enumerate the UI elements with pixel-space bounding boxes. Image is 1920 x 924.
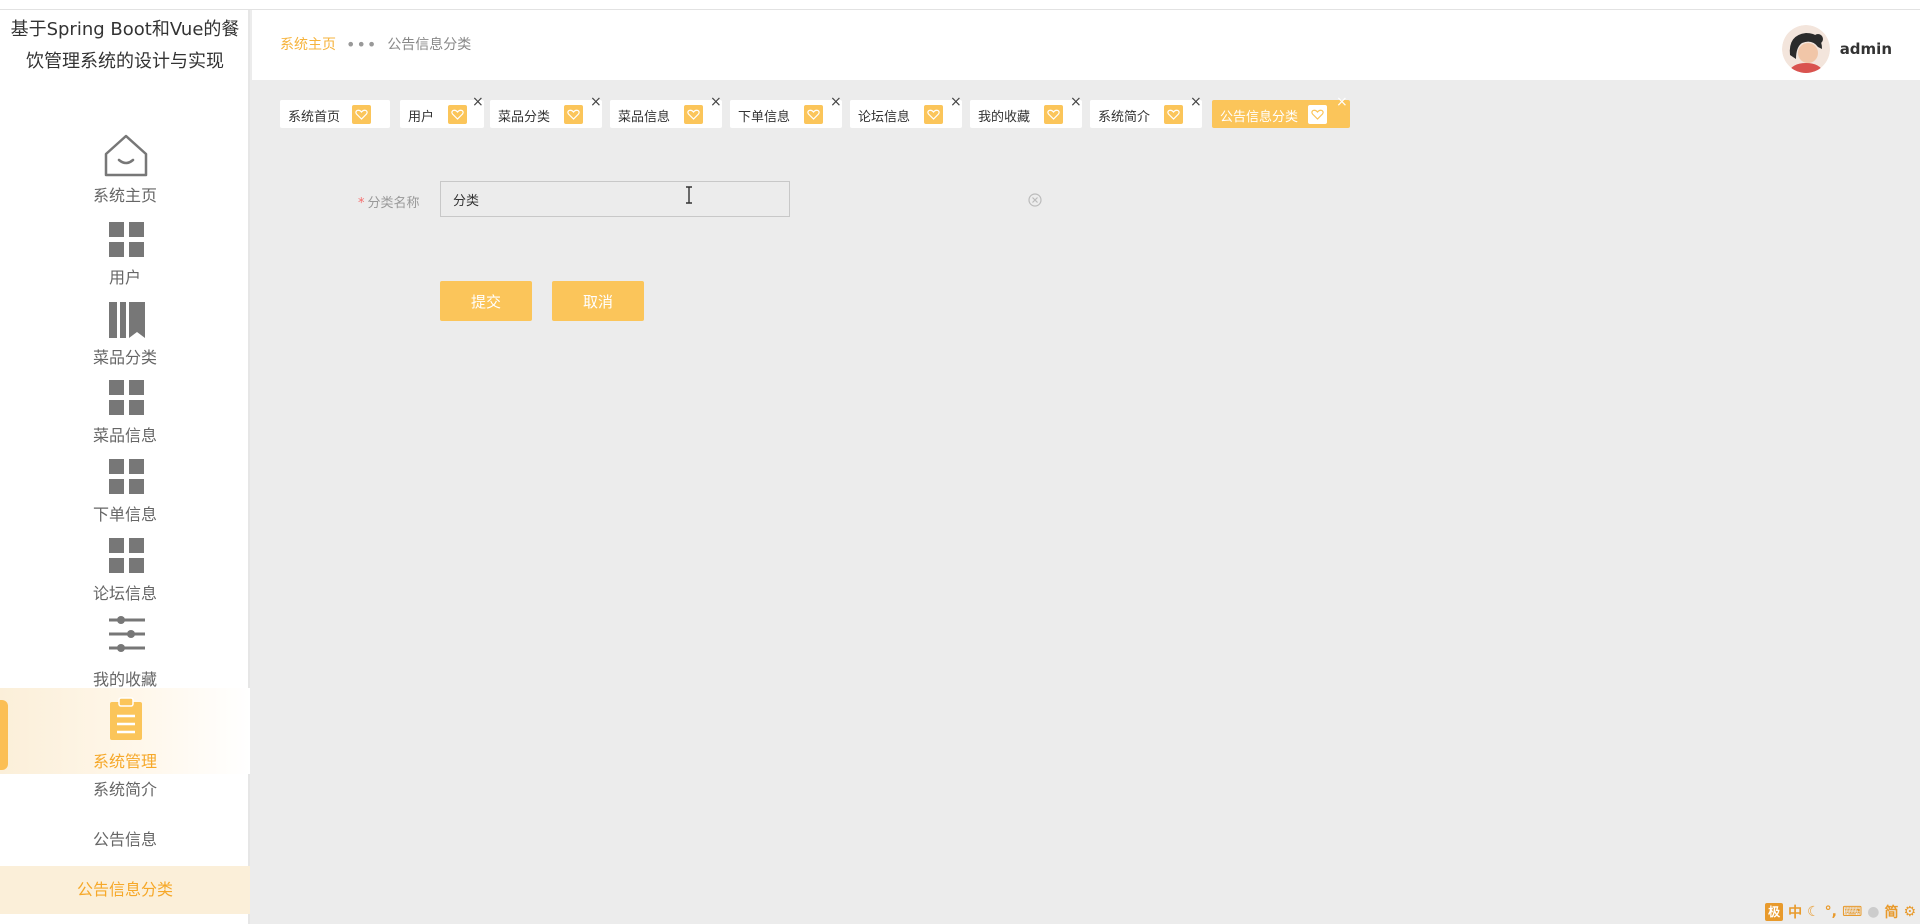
grid-icon xyxy=(103,220,149,266)
tab-label: 系统简介 xyxy=(1098,110,1151,125)
sliders-icon xyxy=(103,614,149,660)
home-icon xyxy=(103,132,149,178)
sidebar-item-users[interactable]: 用户 xyxy=(0,220,250,298)
sidebar-item-forum[interactable]: 论坛信息 xyxy=(0,536,250,614)
heart-icon xyxy=(448,105,467,124)
ime-mode[interactable]: 中 xyxy=(1788,902,1802,922)
tab-dish-category[interactable]: 菜品分类 × xyxy=(490,95,602,128)
sidebar-item-dish-info[interactable]: 菜品信息 xyxy=(0,378,250,456)
breadcrumb-current: 公告信息分类 xyxy=(387,37,472,53)
ime-logo[interactable]: 极 xyxy=(1765,903,1784,921)
heart-icon xyxy=(1044,105,1063,124)
sidebar: 基于Spring Boot和Vue的餐饮管理系统的设计与实现 系统主页 用户 菜… xyxy=(0,10,250,924)
tab-label: 公告信息分类 xyxy=(1220,110,1299,125)
tab-label: 论坛信息 xyxy=(858,110,911,125)
sidebar-item-favorites[interactable]: 我的收藏 xyxy=(0,614,250,692)
grid-icon xyxy=(103,536,149,582)
sidebar-item-dish-category[interactable]: 菜品分类 xyxy=(0,300,250,378)
grid-icon xyxy=(103,457,149,503)
category-name-label-text: 分类名称 xyxy=(367,196,420,211)
sidebar-item-label: 论坛信息 xyxy=(92,584,157,603)
close-icon[interactable]: × xyxy=(950,95,962,109)
category-name-label: * 分类名称 xyxy=(358,192,420,211)
clear-icon[interactable] xyxy=(1028,192,1042,207)
gear-icon[interactable]: ⚙ xyxy=(1903,904,1916,920)
close-icon[interactable]: × xyxy=(1336,95,1348,109)
sidebar-item-label: 系统主页 xyxy=(92,186,157,205)
site-title: 基于Spring Boot和Vue的餐饮管理系统的设计与实现 xyxy=(10,19,240,72)
close-icon[interactable]: × xyxy=(1070,95,1082,109)
sidebar-item-home[interactable]: 系统主页 xyxy=(0,132,250,210)
breadcrumb: 系统主页 ••• 公告信息分类 xyxy=(280,34,471,54)
tab-label: 菜品信息 xyxy=(618,110,671,125)
close-icon[interactable]: × xyxy=(710,95,722,109)
tab-system-intro[interactable]: 系统简介 × xyxy=(1090,95,1202,128)
ime-charset[interactable]: 简 xyxy=(1884,902,1898,922)
books-icon xyxy=(103,300,149,346)
window-top-border xyxy=(0,0,1920,10)
tab-forum[interactable]: 论坛信息 × xyxy=(850,95,962,128)
heart-icon xyxy=(804,105,823,124)
sidebar-item-system-management[interactable]: 系统管理 xyxy=(0,688,250,774)
required-mark: * xyxy=(358,196,365,211)
breadcrumb-separator-icon: ••• xyxy=(346,34,378,54)
tab-announcement-category[interactable]: 公告信息分类 × xyxy=(1212,95,1350,128)
grid-icon xyxy=(103,378,149,424)
close-icon[interactable]: × xyxy=(830,95,842,109)
heart-icon xyxy=(1308,105,1327,124)
text-cursor-icon xyxy=(684,186,694,208)
heart-icon xyxy=(684,105,703,124)
tab-users[interactable]: 用户 × xyxy=(400,95,484,128)
close-icon[interactable]: × xyxy=(590,95,602,109)
close-icon[interactable]: × xyxy=(472,95,484,109)
sidebar-item-label: 用户 xyxy=(108,268,141,287)
sidebar-item-orders[interactable]: 下单信息 xyxy=(0,457,250,535)
tab-label: 菜品分类 xyxy=(498,110,551,125)
sidebar-subitem-announcement-category[interactable]: 公告信息分类 xyxy=(0,866,250,914)
user-menu[interactable]: admin xyxy=(1781,25,1892,73)
sidebar-subitem-system-intro[interactable]: 系统简介 xyxy=(0,766,250,814)
cancel-button[interactable]: 取消 xyxy=(552,281,644,321)
avatar[interactable] xyxy=(1781,25,1830,73)
sidebar-subitem-announcements[interactable]: 公告信息 xyxy=(0,816,250,864)
heart-icon xyxy=(564,105,583,124)
sidebar-item-label: 我的收藏 xyxy=(92,670,157,689)
sidebar-item-label: 下单信息 xyxy=(92,505,157,524)
heart-icon xyxy=(352,105,371,124)
tab-label: 我的收藏 xyxy=(978,110,1031,125)
user-name[interactable]: admin xyxy=(1840,40,1892,58)
tab-dish-info[interactable]: 菜品信息 × xyxy=(610,95,722,128)
tab-home[interactable]: 系统首页 xyxy=(280,100,390,128)
tab-orders[interactable]: 下单信息 × xyxy=(730,95,842,128)
moon-icon[interactable]: ☾ xyxy=(1807,904,1820,920)
keyboard-icon[interactable]: ⌨ xyxy=(1842,904,1862,920)
sidebar-item-label: 菜品信息 xyxy=(92,426,157,445)
heart-icon xyxy=(1164,105,1183,124)
category-name-input[interactable] xyxy=(440,181,790,217)
tab-label: 下单信息 xyxy=(738,110,791,125)
tab-label: 用户 xyxy=(408,110,435,125)
sidebar-item-label: 菜品分类 xyxy=(92,348,157,367)
submit-button[interactable]: 提交 xyxy=(440,281,532,321)
heart-icon xyxy=(924,105,943,124)
clipboard-icon xyxy=(103,696,149,742)
ime-punctuation[interactable]: °, xyxy=(1825,904,1837,920)
tab-label: 系统首页 xyxy=(288,110,341,125)
tab-favorites[interactable]: 我的收藏 × xyxy=(970,95,1082,128)
header: 系统主页 ••• 公告信息分类 admin xyxy=(252,10,1920,80)
ime-toolbar[interactable]: 极 中 ☾ °, ⌨ ● 简 ⚙ xyxy=(1765,902,1916,922)
close-icon[interactable]: × xyxy=(1190,95,1202,109)
user-icon[interactable]: ● xyxy=(1867,904,1879,920)
breadcrumb-home[interactable]: 系统主页 xyxy=(280,34,336,54)
